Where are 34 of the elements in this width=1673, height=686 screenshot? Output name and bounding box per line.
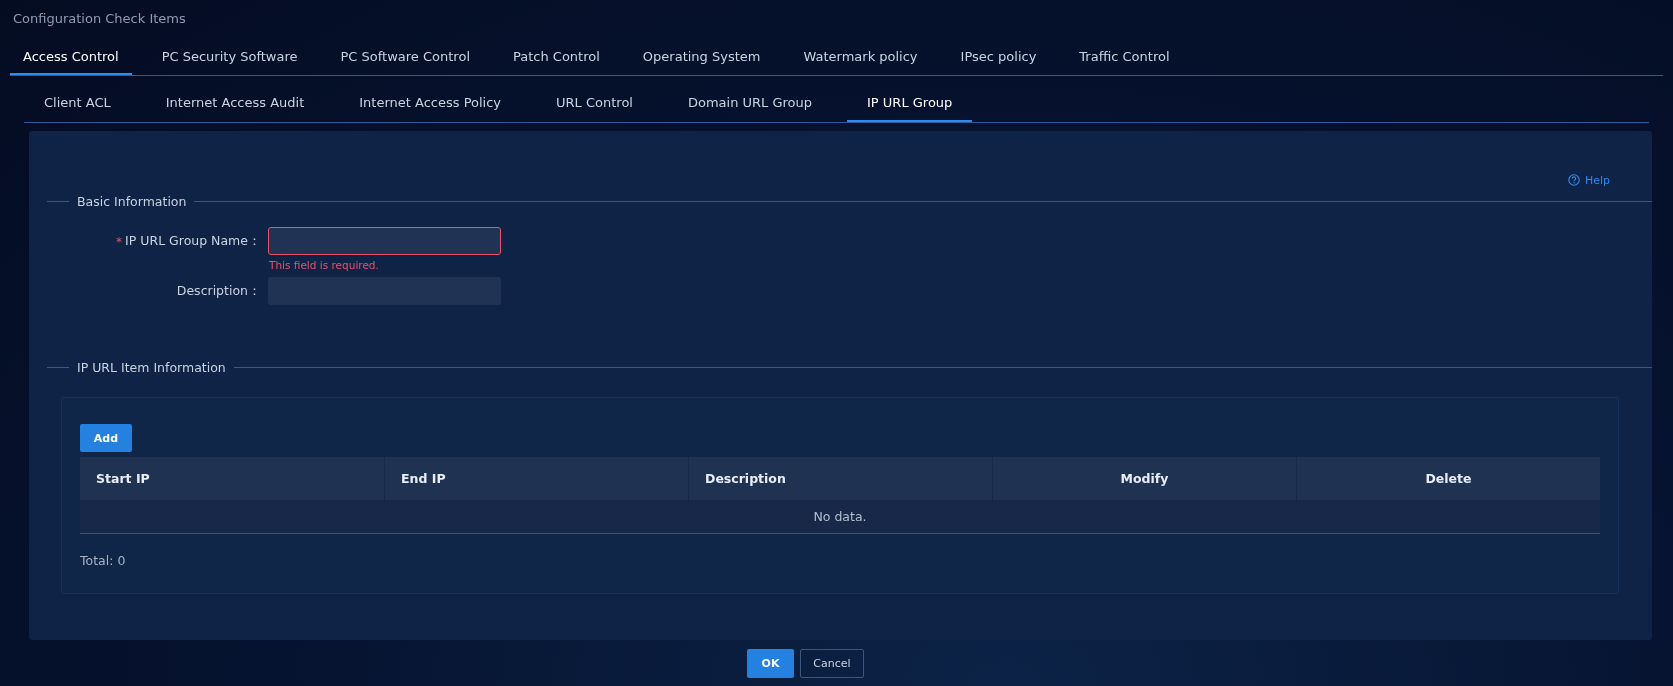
sub-tab[interactable]: Internet Access Audit [145,85,325,122]
sub-tab[interactable]: Internet Access Policy [339,85,522,122]
add-button[interactable]: Add [80,424,132,452]
sub-tab[interactable]: IP URL Group [847,85,973,122]
tab[interactable]: Watermark policy [790,39,931,75]
empty-message: No data. [813,509,867,524]
ok-button[interactable]: OK [747,649,794,678]
help-link[interactable]: Help [1567,171,1610,189]
column-header: Description [705,471,786,486]
column-header: Modify [1120,471,1169,486]
tab[interactable]: Operating System [629,39,774,75]
column-header: Start IP [96,471,150,486]
required-asterisk: * [116,234,123,249]
tab[interactable]: Access Control [10,39,132,75]
column-header: Delete [1425,471,1472,486]
sub-tab[interactable]: Client ACL [24,85,131,122]
tab[interactable]: IPsec policy [947,39,1050,75]
total-count: Total: 0 [80,553,126,568]
error-message: This field is required. [269,259,380,271]
sub-tab[interactable]: URL Control [536,85,653,122]
tab[interactable]: PC Software Control [327,39,483,75]
page-title: Configuration Check Items [13,11,186,26]
tab[interactable]: PC Security Software [148,39,311,75]
field-label: IP URL Group Name： [125,233,261,250]
field-label: Description： [176,283,261,300]
text-field[interactable] [268,227,501,255]
sub-tab[interactable]: Domain URL Group [667,85,833,122]
section-legend: Basic Information [77,194,187,209]
tab[interactable]: Traffic Control [1066,39,1183,75]
tab[interactable]: Patch Control [500,39,613,75]
section-legend: IP URL Item Information [77,360,226,375]
column-header: End IP [401,471,446,486]
help-icon [1567,174,1580,186]
cancel-button[interactable]: Cancel [800,649,864,678]
